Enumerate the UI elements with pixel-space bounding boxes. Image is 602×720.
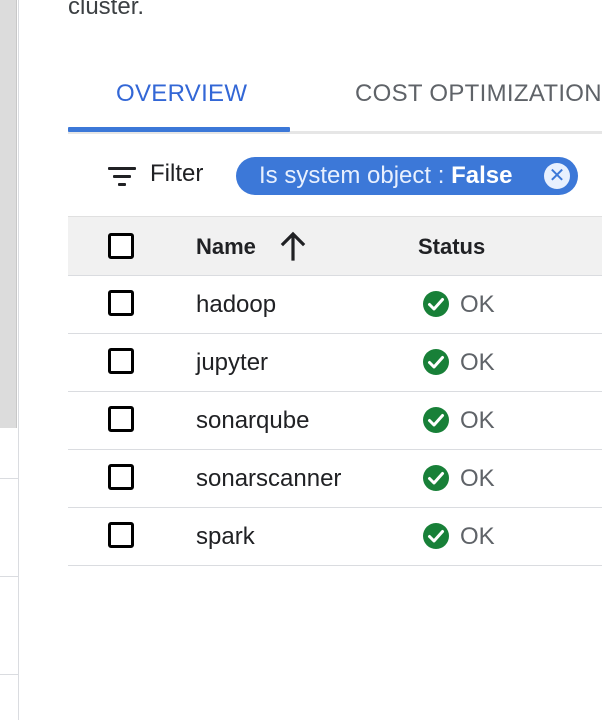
table-row[interactable]: hadoop OK	[68, 276, 602, 334]
row-checkbox[interactable]	[108, 522, 134, 548]
filter-chip-value: False	[451, 162, 513, 189]
check-circle-icon	[423, 523, 449, 549]
tab-cost-optimization[interactable]: COST OPTIMIZATION	[355, 80, 602, 108]
left-panel-scroll-area	[0, 0, 17, 428]
table-row[interactable]: sonarscanner OK	[68, 450, 602, 508]
tab-overview[interactable]: OVERVIEW	[116, 80, 247, 108]
check-circle-icon	[423, 407, 449, 433]
filter-chip[interactable]: Is system object : False ✕	[236, 157, 578, 195]
description-text: cluster.	[68, 0, 145, 20]
close-icon[interactable]: ✕	[544, 163, 570, 189]
divider	[0, 478, 18, 479]
column-header-status[interactable]: Status	[418, 234, 485, 260]
filter-label[interactable]: Filter	[150, 160, 203, 188]
filter-chip-key: Is system object :	[259, 162, 452, 189]
row-status: OK	[460, 523, 495, 550]
table-header: Name Status	[68, 216, 602, 276]
row-status: OK	[460, 407, 495, 434]
tab-bar: OVERVIEW COST OPTIMIZATION	[68, 72, 602, 134]
check-circle-icon	[423, 349, 449, 375]
table-row[interactable]: jupyter OK	[68, 334, 602, 392]
row-status: OK	[460, 291, 495, 318]
table-row[interactable]: sonarqube OK	[68, 392, 602, 450]
check-circle-icon	[423, 465, 449, 491]
divider	[0, 674, 18, 675]
left-panel-edge	[0, 0, 19, 720]
column-header-name[interactable]: Name	[196, 234, 256, 260]
row-checkbox[interactable]	[108, 290, 134, 316]
row-checkbox[interactable]	[108, 464, 134, 490]
row-name[interactable]: spark	[196, 523, 255, 551]
filter-icon[interactable]	[108, 165, 138, 189]
row-name[interactable]: hadoop	[196, 291, 276, 319]
active-tab-indicator	[68, 127, 290, 132]
row-status: OK	[460, 465, 495, 492]
objects-table: Name Status hadoop OK jupyter OK sonarqu…	[68, 216, 602, 566]
row-checkbox[interactable]	[108, 348, 134, 374]
row-name[interactable]: sonarscanner	[196, 465, 341, 493]
row-name[interactable]: jupyter	[196, 349, 268, 377]
row-checkbox[interactable]	[108, 406, 134, 432]
table-row[interactable]: spark OK	[68, 508, 602, 566]
select-all-checkbox[interactable]	[108, 233, 134, 259]
row-status: OK	[460, 349, 495, 376]
divider	[0, 576, 18, 577]
check-circle-icon	[423, 291, 449, 317]
row-name[interactable]: sonarqube	[196, 407, 309, 435]
arrow-up-icon[interactable]	[280, 231, 306, 261]
